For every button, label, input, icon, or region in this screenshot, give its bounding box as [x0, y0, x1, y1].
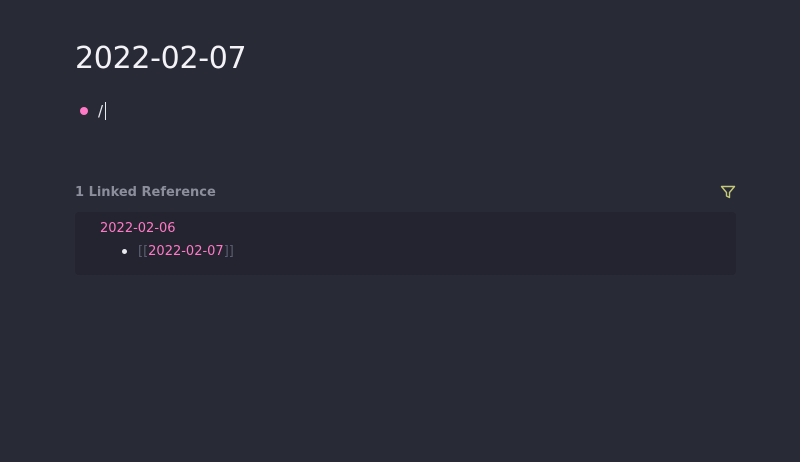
- linked-references-header: 1 Linked Reference: [75, 182, 736, 202]
- page-title[interactable]: 2022-02-07: [75, 39, 247, 79]
- close-brackets: ]]: [223, 244, 234, 259]
- editor-block[interactable]: /: [76, 100, 107, 122]
- reference-block-bullet[interactable]: [122, 249, 127, 254]
- linked-reference-card: 2022-02-06 [[2022-02-07]]: [75, 212, 736, 275]
- filter-icon[interactable]: [720, 184, 736, 200]
- text-caret: [105, 102, 107, 120]
- block-editor[interactable]: /: [98, 102, 107, 120]
- block-bullet[interactable]: [80, 107, 88, 115]
- block-text[interactable]: /: [98, 102, 103, 120]
- reference-page-link[interactable]: 2022-02-06: [100, 221, 176, 236]
- reference-block[interactable]: [[2022-02-07]]: [122, 244, 234, 259]
- journal-page: 2022-02-07 / 1 Linked Reference 2022-02-…: [0, 0, 800, 462]
- linked-references-title[interactable]: 1 Linked Reference: [75, 185, 216, 200]
- open-brackets: [[: [138, 244, 149, 259]
- page-reference-link[interactable]: 2022-02-07: [148, 244, 224, 259]
